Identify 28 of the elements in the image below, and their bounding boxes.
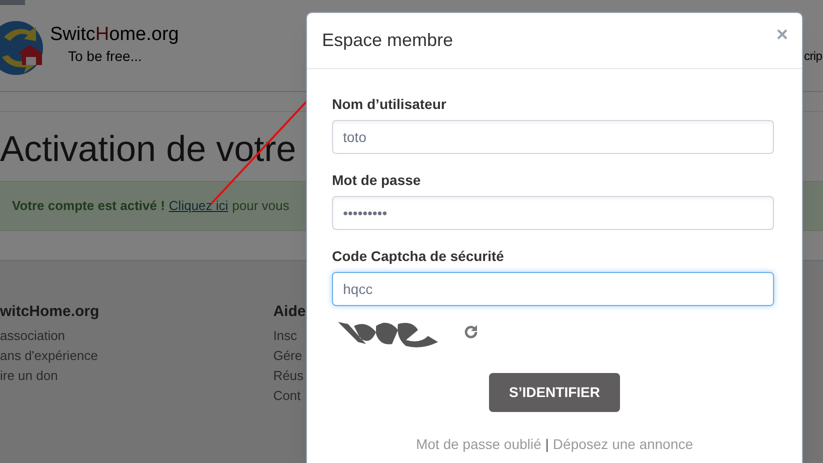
site-tagline: To be free... xyxy=(68,46,143,66)
footer-link[interactable]: Gére xyxy=(273,346,302,366)
input-field[interactable]: hqcc xyxy=(332,272,774,306)
forgot-password-link[interactable]: Mot de passe oublié xyxy=(416,434,542,455)
field-label: Nom d’utilisateur xyxy=(332,95,448,113)
separator: | xyxy=(545,435,549,454)
field-label: Code Captcha de sécurité xyxy=(332,247,505,265)
refresh-icon[interactable] xyxy=(463,324,479,340)
input-field[interactable]: ••••••••• xyxy=(332,196,774,230)
footer-heading: witcHome.org xyxy=(0,302,100,322)
footer-link[interactable]: Insc xyxy=(273,326,298,346)
modal-title: Espace membre xyxy=(322,29,454,52)
footer-heading: Aide xyxy=(273,302,306,322)
alert-message: Votre compte est activé ! xyxy=(12,197,165,216)
activation-link[interactable]: Cliquez ici xyxy=(168,196,228,216)
post-ad-link[interactable]: Déposez une annonce xyxy=(552,434,694,455)
site-name: SwitcHome.org xyxy=(50,24,179,46)
footer-link[interactable]: Réus xyxy=(273,366,304,386)
close-button[interactable]: × xyxy=(776,25,788,45)
field-label: Mot de passe xyxy=(332,171,422,189)
input-field[interactable]: toto xyxy=(332,120,774,154)
sign-in-button[interactable]: S’IDENTIFIER xyxy=(489,373,620,412)
footer-link[interactable]: ans d'expérience xyxy=(0,346,98,366)
footer-link[interactable]: Cont xyxy=(273,386,301,406)
alert-text: pour vous xyxy=(232,197,290,216)
footer-link[interactable]: association xyxy=(0,326,66,346)
nav-link[interactable]: crip xyxy=(804,47,822,65)
footer-link[interactable]: ire un don xyxy=(0,366,58,386)
